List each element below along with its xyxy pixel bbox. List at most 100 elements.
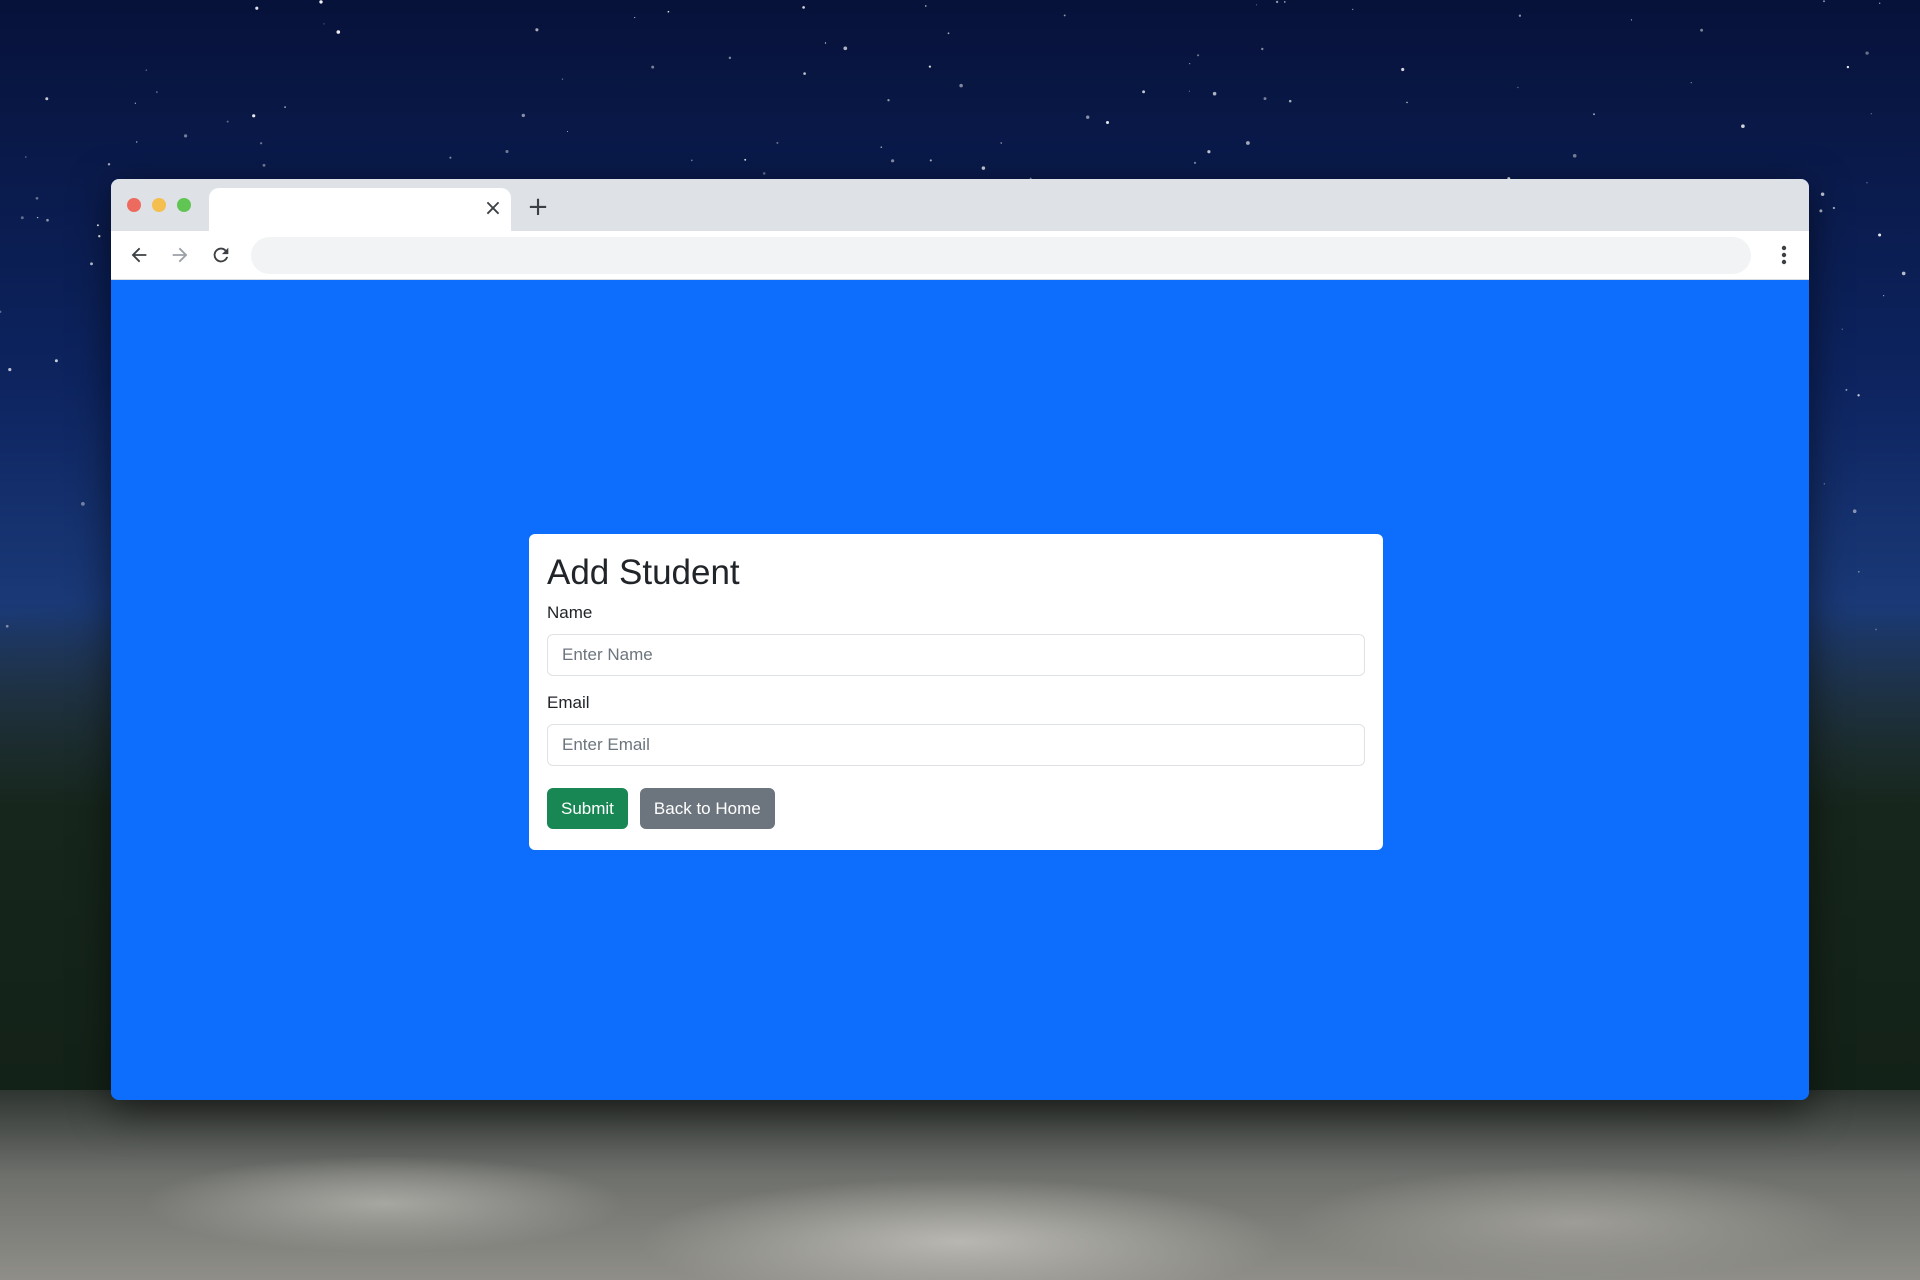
- star: [8, 368, 12, 372]
- star: [1261, 47, 1264, 51]
- star: [1255, 4, 1258, 6]
- star: [183, 134, 188, 138]
- back-to-home-button[interactable]: Back to Home: [639, 788, 775, 829]
- star: [0, 310, 2, 313]
- star: [1819, 209, 1823, 213]
- maximize-window-button[interactable]: [177, 198, 191, 212]
- star: [925, 5, 927, 7]
- star: [762, 172, 766, 175]
- star: [81, 502, 85, 506]
- star: [1000, 142, 1002, 144]
- star: [981, 166, 986, 170]
- star: [1518, 14, 1522, 17]
- page-title: Add Student: [547, 553, 740, 592]
- back-arrow-icon[interactable]: [123, 239, 155, 271]
- star: [1865, 51, 1869, 55]
- star: [145, 69, 148, 71]
- star: [262, 163, 266, 167]
- star: [1852, 509, 1857, 513]
- name-label: Name: [547, 603, 593, 622]
- star: [20, 216, 24, 220]
- tab-bar: × +: [111, 179, 1809, 231]
- star: [1246, 141, 1250, 145]
- email-input[interactable]: [547, 724, 1365, 766]
- star: [505, 149, 509, 154]
- star: [1901, 271, 1906, 276]
- star: [1845, 388, 1848, 391]
- star: [336, 30, 341, 34]
- star: [98, 235, 101, 238]
- star: [96, 224, 99, 227]
- star: [1690, 82, 1692, 84]
- star: [891, 159, 895, 163]
- form-actions: Submit Back to Home: [547, 788, 1365, 829]
- star: [634, 17, 636, 19]
- star: [255, 6, 259, 10]
- star: [45, 97, 49, 101]
- star: [535, 28, 539, 32]
- star: [1593, 113, 1595, 116]
- star: [803, 72, 806, 75]
- star: [1063, 14, 1066, 17]
- star: [1263, 97, 1267, 101]
- star: [323, 23, 325, 25]
- reload-icon[interactable]: [205, 239, 237, 271]
- star: [776, 141, 779, 144]
- browser-window: × + Add Student Name Email Submit Back t…: [111, 179, 1809, 1100]
- star: [134, 102, 137, 104]
- star: [1288, 99, 1292, 103]
- star: [1275, 0, 1279, 4]
- star: [1741, 124, 1745, 129]
- star: [156, 91, 158, 93]
- star: [1188, 90, 1190, 92]
- star: [259, 142, 263, 145]
- star: [928, 65, 932, 68]
- name-input[interactable]: [547, 634, 1365, 676]
- tab-close-icon[interactable]: ×: [481, 197, 505, 221]
- browser-tab[interactable]: ×: [209, 188, 511, 231]
- star: [25, 156, 27, 158]
- minimize-window-button[interactable]: [152, 198, 166, 212]
- star: [667, 10, 670, 13]
- star: [1188, 62, 1191, 65]
- star: [449, 156, 452, 159]
- star: [107, 163, 111, 166]
- star: [1832, 206, 1836, 210]
- star: [1207, 150, 1211, 154]
- star: [226, 120, 229, 123]
- close-window-button[interactable]: [127, 198, 141, 212]
- rock-foreground: [0, 1090, 1920, 1280]
- star: [929, 159, 932, 162]
- email-label: Email: [547, 693, 590, 712]
- star: [728, 56, 732, 60]
- star: [36, 216, 39, 219]
- address-bar[interactable]: [251, 237, 1751, 274]
- new-tab-icon[interactable]: +: [523, 192, 553, 222]
- star: [1866, 182, 1868, 184]
- star: [1879, 2, 1881, 4]
- star: [1823, 0, 1825, 3]
- star: [824, 42, 827, 44]
- star: [54, 359, 58, 363]
- submit-button[interactable]: Submit: [547, 788, 628, 829]
- browser-toolbar: [111, 231, 1809, 280]
- star: [744, 158, 747, 161]
- star: [46, 218, 49, 222]
- star: [1700, 28, 1704, 32]
- star: [651, 65, 655, 69]
- star: [135, 141, 138, 143]
- star: [887, 99, 890, 102]
- star: [1284, 1, 1286, 3]
- star: [1870, 113, 1872, 115]
- star: [1212, 91, 1217, 96]
- star: [284, 106, 286, 108]
- star: [1857, 394, 1860, 397]
- star: [252, 114, 256, 118]
- star: [1086, 115, 1090, 119]
- star: [521, 113, 525, 118]
- star: [1572, 153, 1577, 158]
- more-vert-icon[interactable]: [1769, 239, 1799, 271]
- star: [1106, 121, 1109, 124]
- star: [802, 6, 805, 9]
- forward-arrow-icon[interactable]: [164, 239, 196, 271]
